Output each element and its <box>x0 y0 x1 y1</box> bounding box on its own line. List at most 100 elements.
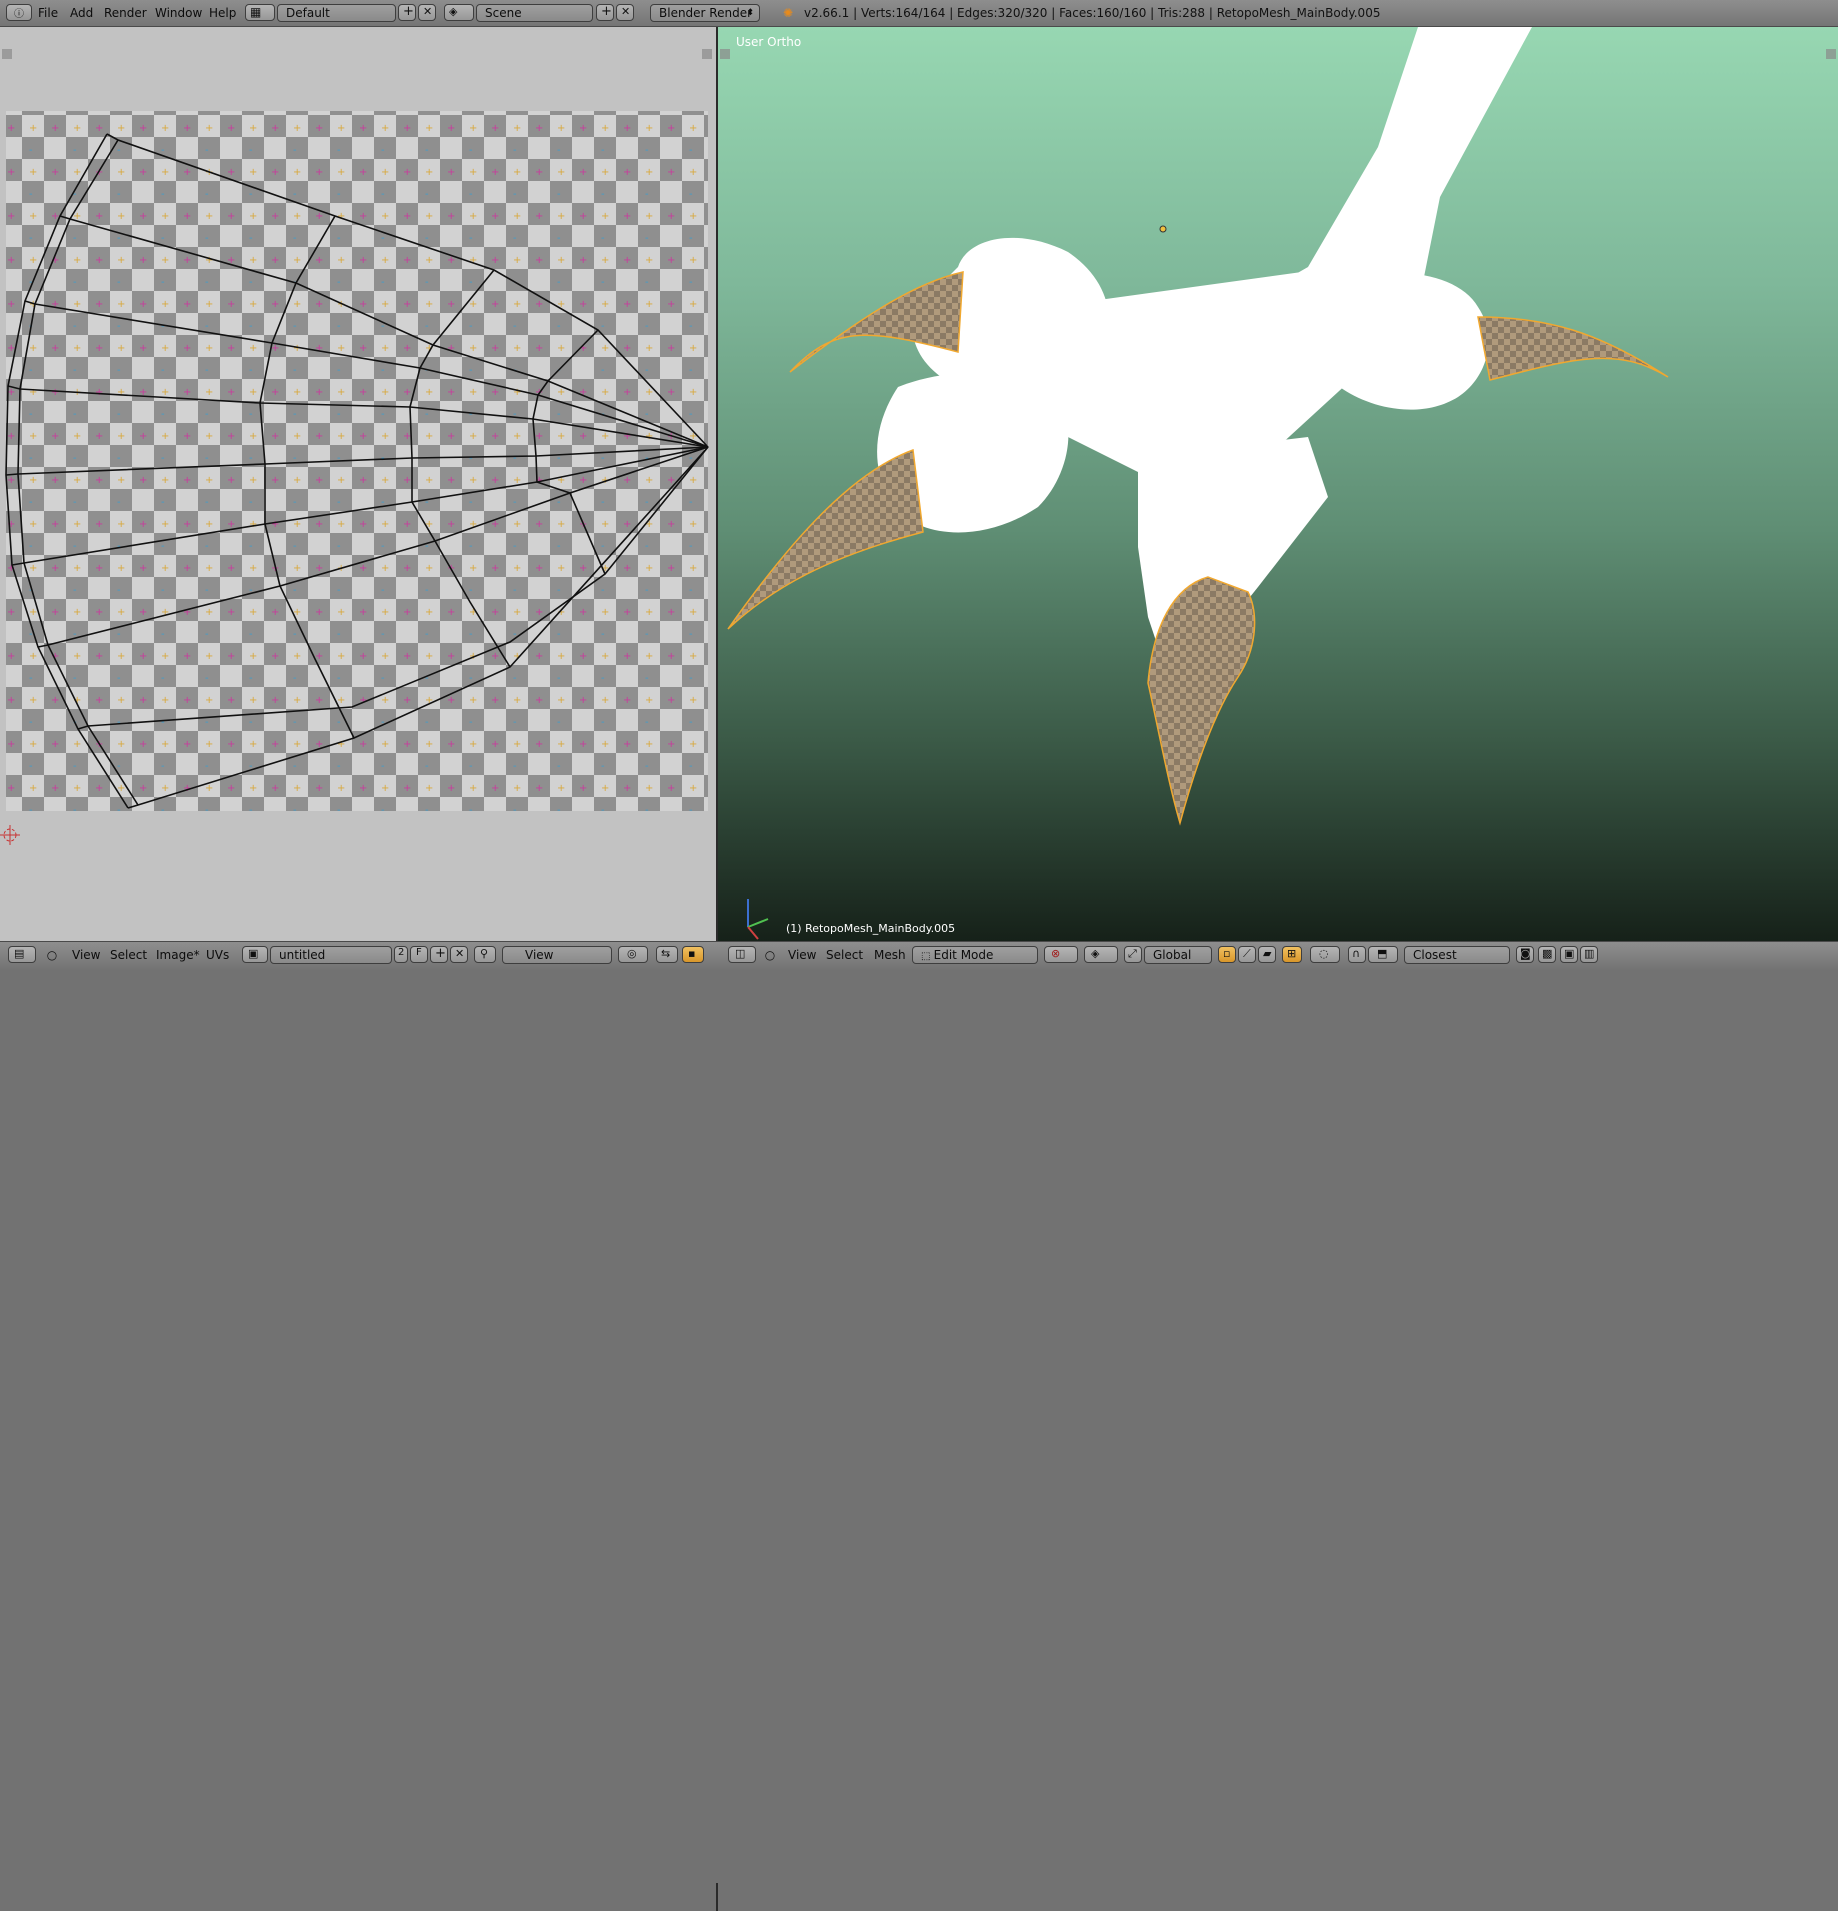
snap-target-dropdown[interactable]: Closest <box>1404 946 1510 964</box>
face-icon: ▰ <box>1263 947 1272 960</box>
film-icon: ▩ <box>1542 947 1553 960</box>
uv-menu-uvs[interactable]: UVs <box>206 947 229 963</box>
sync-selection-button[interactable]: ⇆ <box>656 946 678 963</box>
add-scene-button[interactable]: + <box>596 4 614 21</box>
axis-gizmo <box>747 899 769 940</box>
object-info-label: (1) RetopoMesh_MainBody.005 <box>786 922 956 935</box>
menu-collapse-icon[interactable]: ○ <box>44 947 60 963</box>
mode-label: Edit Mode <box>933 948 994 962</box>
uv-menu-image[interactable]: Image* <box>156 947 200 963</box>
screen-layout-field[interactable]: Default <box>277 4 396 22</box>
magnet-icon: ∩ <box>1352 947 1361 960</box>
image-users-count[interactable]: 2 <box>394 946 408 963</box>
render-animation-button[interactable]: ▩ <box>1538 946 1556 963</box>
uv-canvas[interactable]: + - + <box>0 27 716 941</box>
pivot-icon: ◎ <box>627 947 637 960</box>
image-browse-button[interactable]: ▣ <box>242 946 268 963</box>
occlude-geometry-toggle[interactable]: ⊞ <box>1282 946 1302 963</box>
opengl-animation-button[interactable]: ▥ <box>1580 946 1598 963</box>
info-header: ⓘ File Add Render Window Help ▦ Default … <box>0 0 1838 27</box>
view3d-menu-select[interactable]: Select <box>826 947 863 963</box>
image-icon: ▣ <box>1564 947 1575 960</box>
plus-icon: + <box>403 4 414 19</box>
camera-icon: ◙ <box>1520 947 1531 960</box>
proportional-icon: ◌ <box>1319 947 1329 960</box>
uv-menu-view[interactable]: View <box>72 947 100 963</box>
pin-icon: ⚲ <box>480 947 489 960</box>
image-editor-icon: ▤ <box>14 947 25 960</box>
close-icon: ✕ <box>423 5 433 18</box>
menu-render[interactable]: Render <box>104 5 147 21</box>
pin-image-button[interactable]: ⚲ <box>474 946 496 963</box>
pivot-point-button[interactable]: ◎ <box>618 946 648 963</box>
snap-element-dropdown[interactable]: ⬒ <box>1368 946 1398 963</box>
3d-view-icon: ◫ <box>735 947 746 960</box>
area-divider[interactable] <box>716 1883 718 1911</box>
clapper-icon: ▥ <box>1584 947 1595 960</box>
editor-type-button[interactable]: ⓘ <box>6 4 32 21</box>
render-still-button[interactable]: ◙ <box>1516 946 1534 963</box>
scene-field[interactable]: Scene <box>476 4 593 22</box>
screen-layout-icon-button[interactable]: ▦ <box>245 4 275 21</box>
viewport-scene[interactable] <box>718 27 1838 941</box>
shading-icon: ⊗ <box>1051 947 1061 960</box>
uv-image-editor[interactable]: + - + <box>0 27 718 941</box>
scene-statistics: v2.66.1 | Verts:164/164 | Edges:320/320 … <box>804 6 1381 20</box>
viewport-shading-dropdown[interactable]: ⊗ <box>1044 946 1078 963</box>
3d-cursor[interactable] <box>1159 225 1167 233</box>
snap-toggle[interactable]: ∩ <box>1348 946 1366 963</box>
close-icon: ✕ <box>621 5 631 18</box>
pivot-icon: ◈ <box>1091 947 1100 960</box>
menu-help[interactable]: Help <box>209 5 236 21</box>
view3d-menu-mesh[interactable]: Mesh <box>874 947 906 963</box>
scene-icon-button[interactable]: ◈ <box>444 4 474 21</box>
fake-user-button[interactable]: F <box>410 946 428 963</box>
render-engine-dropdown[interactable]: Blender Render ⬍ <box>650 4 760 22</box>
menu-window[interactable]: Window <box>155 5 202 21</box>
plus-icon: + <box>601 4 612 19</box>
3d-viewport[interactable]: User Ortho (1) RetopoMesh_MainBody.005 <box>718 27 1838 941</box>
info-icon: ⓘ <box>14 9 24 20</box>
menu-collapse-icon[interactable]: ○ <box>762 947 778 963</box>
vertex-icon: ▫ <box>1223 947 1231 960</box>
unlink-image-button[interactable]: ✕ <box>450 946 468 963</box>
pivot-center-dropdown[interactable]: ◈ <box>1084 946 1118 963</box>
uv-editor-type-button[interactable]: ▤ <box>8 946 36 963</box>
image-icon: ▣ <box>248 947 259 960</box>
edit-mode-icon: ⬚ <box>921 951 934 962</box>
menu-file[interactable]: File <box>38 5 58 21</box>
delete-screen-button[interactable]: ✕ <box>418 4 436 21</box>
delete-scene-button[interactable]: ✕ <box>616 4 634 21</box>
view3d-menu-view[interactable]: View <box>788 947 816 963</box>
fake-user-label: F <box>416 947 422 958</box>
users-count-label: 2 <box>398 947 405 958</box>
uv-menu-select[interactable]: Select <box>110 947 147 963</box>
uv-select-mode-button[interactable]: ▪ <box>682 946 704 963</box>
render-engine-label: Blender Render <box>659 6 753 20</box>
close-icon: ✕ <box>455 947 465 960</box>
image-name-field[interactable]: untitled <box>270 946 392 964</box>
opengl-render-button[interactable]: ▣ <box>1560 946 1578 963</box>
vertex-select-icon: ▪ <box>688 947 696 960</box>
3d-view-editor-type-button[interactable]: ◫ <box>728 946 756 963</box>
blender-logo-icon: ✺ <box>782 6 794 20</box>
edge-select-mode[interactable]: ⟋ <box>1238 946 1256 963</box>
face-select-mode[interactable]: ▰ <box>1258 946 1276 963</box>
proportional-edit-dropdown[interactable]: ◌ <box>1310 946 1340 963</box>
uv-cursor[interactable] <box>0 825 20 845</box>
menu-add[interactable]: Add <box>70 5 93 21</box>
mode-dropdown[interactable]: ⬚ Edit Mode <box>912 946 1038 964</box>
display-channel-label: View <box>525 948 554 962</box>
dropdown-arrow-icon: ⬍ <box>746 8 754 18</box>
manipulator-icon: ⤢ <box>1128 947 1137 960</box>
snap-element-icon: ⬒ <box>1377 947 1388 960</box>
vertex-select-mode[interactable]: ▫ <box>1218 946 1236 963</box>
edge-icon: ⟋ <box>1243 947 1251 960</box>
manipulator-toggle[interactable]: ⤢ <box>1124 946 1142 963</box>
transform-orientation-dropdown[interactable]: Global <box>1144 946 1212 964</box>
scene-icon: ◈ <box>449 5 458 18</box>
display-channel-dropdown[interactable]: View <box>502 946 612 964</box>
new-image-button[interactable]: + <box>430 946 448 963</box>
add-screen-button[interactable]: + <box>398 4 416 21</box>
sync-icon: ⇆ <box>661 947 671 960</box>
